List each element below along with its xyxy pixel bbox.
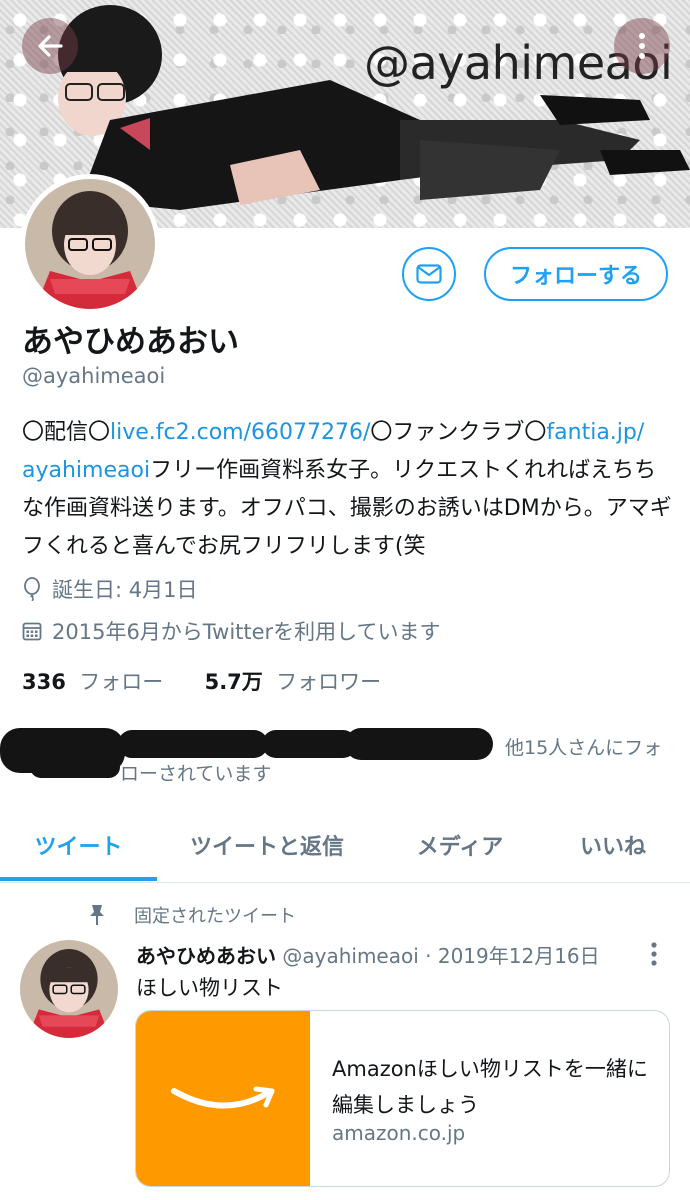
followed-by-text: 他15人さんにフォ (505, 737, 663, 759)
profile-avatar[interactable] (20, 174, 160, 314)
amazon-smile-icon (171, 1086, 275, 1108)
more-vertical-icon (639, 33, 645, 59)
profile-tabs: ツイート ツイートと返信 メディア いいね (0, 808, 690, 883)
follow-counts: 336 フォロー 5.7万 フォロワー (22, 666, 381, 696)
calendar-icon (22, 622, 42, 641)
tab-likes[interactable]: いいね (548, 808, 678, 882)
arrow-left-icon (38, 35, 63, 57)
redaction-mark (30, 756, 120, 778)
followers-count: 5.7万 (204, 670, 263, 694)
profile-bio: 〇配信〇live.fc2.com/66077276/〇ファンクラブ〇fantia… (22, 414, 672, 566)
tab-tweets-and-replies[interactable]: ツイートと返信 (172, 808, 362, 882)
birthday-text: 誕生日: 4月1日 (52, 578, 198, 602)
profile-handle: @ayahimeaoi (22, 364, 166, 388)
joined-text: 2015年6月からTwitterを利用しています (52, 620, 441, 644)
tweet-separator: · (425, 944, 432, 968)
tweet-date[interactable]: 2019年12月16日 (438, 944, 600, 968)
more-vertical-icon (651, 942, 657, 966)
bio-text: 〇ファンクラブ〇 (370, 420, 547, 445)
back-button[interactable] (22, 18, 78, 74)
tweet-avatar[interactable] (20, 940, 118, 1038)
joined-row: 2015年6月からTwitterを利用しています (22, 616, 441, 646)
follow-button[interactable]: フォローする (484, 247, 668, 301)
tweet-menu-button[interactable] (644, 940, 664, 968)
bio-text: 〇配信〇 (22, 420, 111, 445)
tab-media[interactable]: メディア (390, 808, 530, 882)
card-url: amazon.co.jp (332, 1121, 466, 1145)
profile-name: あやひめあおい (22, 324, 239, 360)
avatar-image (20, 940, 118, 1038)
link-card[interactable]: Amazonほしい物リストを一緒に編集しましょう amazon.co.jp (135, 1010, 670, 1187)
birthday-row: 誕生日: 4月1日 (22, 574, 197, 604)
redaction-mark (118, 730, 268, 758)
pin-icon (90, 905, 104, 925)
balloon-icon (24, 577, 40, 601)
followers-link[interactable]: 5.7万 フォロワー (205, 670, 382, 694)
more-options-button[interactable] (614, 18, 670, 74)
redaction-mark (345, 728, 493, 760)
pinned-label-row: 固定されたツイート (86, 902, 296, 928)
tweet-text: ほしい物リスト (136, 976, 283, 1000)
bio-link-fantia[interactable]: ayahimeaoi (22, 458, 150, 483)
bio-link-fc2[interactable]: live.fc2.com/66077276/ (110, 420, 370, 445)
followed-by-text: ローされています (120, 763, 272, 785)
avatar-image (25, 179, 155, 309)
following-link[interactable]: 336 フォロー (22, 670, 163, 694)
active-tab-indicator (0, 877, 157, 881)
redaction-mark (262, 730, 357, 758)
following-label: フォロー (79, 670, 164, 694)
card-title: Amazonほしい物リストを一緒に編集しましょう (332, 1057, 648, 1117)
tweet-handle[interactable]: @ayahimeaoi (282, 944, 418, 968)
tweet-author[interactable]: あやひめあおい (136, 944, 276, 968)
bio-link-fantia[interactable]: fantia.jp/ (546, 420, 644, 445)
followers-label: フォロワー (276, 670, 382, 694)
pinned-label: 固定されたツイート (134, 906, 296, 927)
tweet-header: あやひめあおい @ayahimeaoi · 2019年12月16日 (136, 940, 600, 969)
card-image (136, 1011, 310, 1186)
message-button[interactable] (402, 247, 456, 301)
tab-tweets[interactable]: ツイート (0, 808, 157, 882)
mail-icon (416, 264, 442, 284)
following-count: 336 (22, 670, 66, 694)
